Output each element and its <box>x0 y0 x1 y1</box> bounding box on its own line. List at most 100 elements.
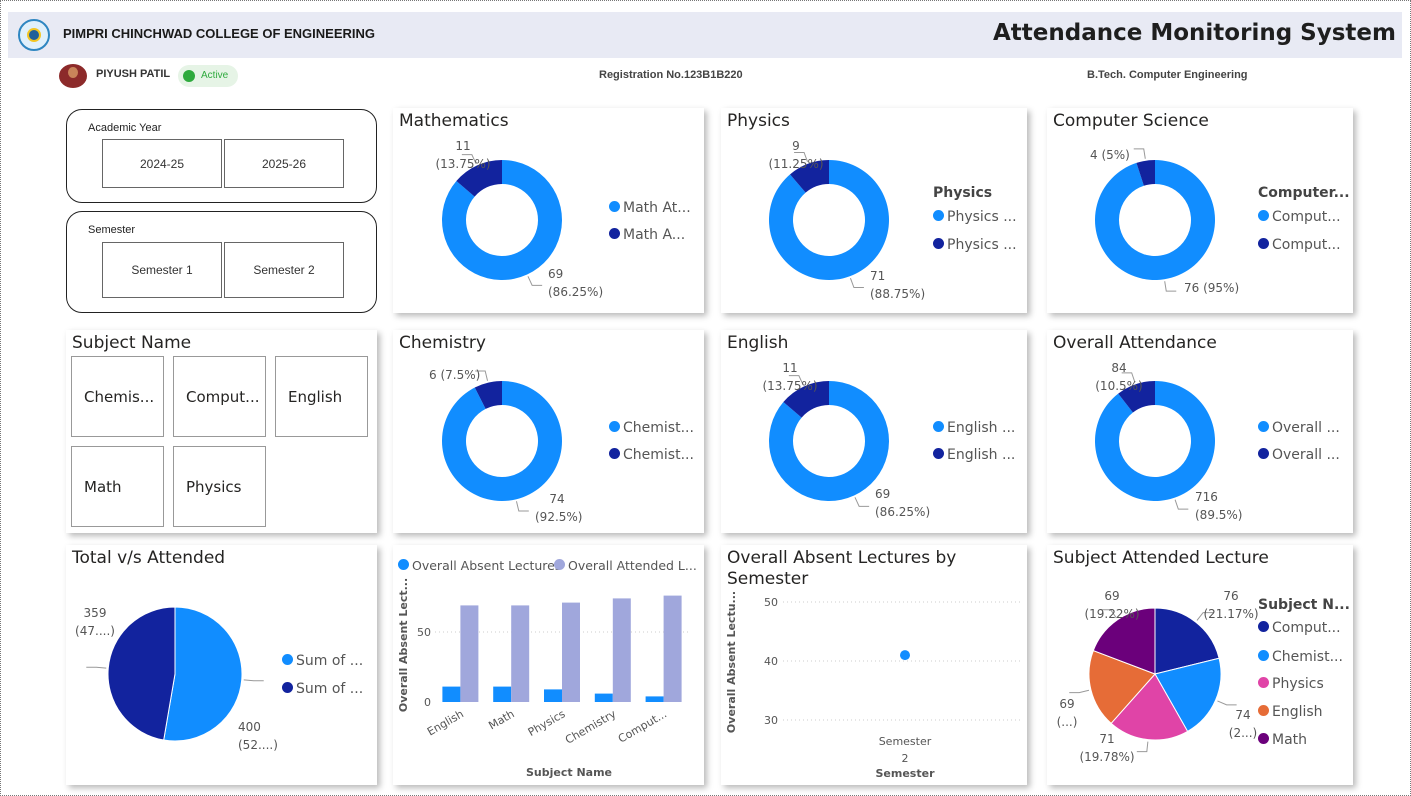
total-vs-attended-pie-card[interactable]: Total v/s Attended 359 (47....) 400 (52...… <box>66 545 377 785</box>
x-axis-title: Subject Name <box>526 766 612 779</box>
computer-science-donut-card[interactable]: Computer Science 4 (5%) 76 (95%) Compute… <box>1047 108 1353 313</box>
y-axis-title: Overall Absent Lectu... <box>725 591 738 733</box>
x-tick-label: Chemistry <box>563 707 619 747</box>
attended-bar[interactable] <box>663 595 682 702</box>
absent-bar[interactable] <box>594 693 613 702</box>
slice-label-total: 359 (47....) <box>75 606 115 638</box>
leader-line <box>854 497 870 507</box>
legend-item-attended[interactable]: Overall ... <box>1258 420 1340 436</box>
semester-option-2[interactable]: Semester 2 <box>224 242 344 298</box>
subject-option-computer[interactable]: Comput... <box>173 356 266 437</box>
legend-title: Subject N... <box>1258 597 1350 613</box>
subject-attended-pie-card[interactable]: Subject Attended Lecture 76 (21.17%) 74 (2… <box>1047 545 1353 785</box>
subject-option-english[interactable]: English <box>275 356 368 437</box>
legend-item-computer[interactable]: Comput... <box>1258 620 1341 636</box>
legend-title: Physics <box>933 185 993 201</box>
slice-label-english: 69 (...) <box>1056 697 1078 729</box>
legend-item-chemistry[interactable]: Chemist... <box>1258 649 1343 665</box>
x-tick-label: Math <box>486 707 516 732</box>
status-text: Active <box>201 70 229 81</box>
subject-option-physics[interactable]: Physics <box>173 446 266 527</box>
y-tick-label: 0 <box>424 696 431 709</box>
semester-label: Semester <box>88 224 136 236</box>
subject-slicer-title: Subject Name <box>72 333 192 353</box>
semester-option-1[interactable]: Semester 1 <box>102 242 222 298</box>
legend-item-total[interactable]: Sum of ... <box>282 653 363 669</box>
leader-line <box>515 501 529 512</box>
leader-line <box>527 276 543 286</box>
legend-item-absent[interactable]: Chemist... <box>609 447 694 463</box>
mathematics-donut-card[interactable]: Mathematics 11 (13.75%) 69 (86.25%) Math A… <box>393 108 704 313</box>
attended-data-label: 69 (86.25%) <box>875 487 931 519</box>
legend-item-absent[interactable]: Overall ... <box>1258 447 1340 463</box>
college-logo-icon <box>18 19 50 51</box>
student-name: PIYUSH PATIL <box>96 68 171 80</box>
x-tick-label: English <box>425 707 466 738</box>
college-name: PIMPRI CHINCHWAD COLLEGE OF ENGINEERING <box>63 26 376 41</box>
absent-bar[interactable] <box>544 689 562 702</box>
status-badge: Active <box>178 65 238 87</box>
absent-vs-attended-bar-card[interactable]: Overall Absent Lectures Overall Attended… <box>393 545 704 785</box>
attended-bar[interactable] <box>612 598 631 702</box>
legend-item-absent[interactable]: Math A... <box>609 227 685 243</box>
attended-bar[interactable] <box>562 602 580 702</box>
chemistry-donut-card[interactable]: Chemistry 6 (7.5%) 74 (92.5%) Chemist... … <box>393 330 704 533</box>
slice-label-attended: 400 (52....) <box>238 720 278 752</box>
leader-line <box>1069 689 1090 694</box>
leader-line <box>1217 700 1237 706</box>
legend-item-attended[interactable]: Physics ... <box>933 209 1017 225</box>
year-option-2024-25[interactable]: 2024-25 <box>102 139 222 188</box>
legend-item-english[interactable]: English <box>1258 704 1323 720</box>
attended-bar[interactable] <box>460 605 479 702</box>
subject-option-chemistry[interactable]: Chemis... <box>71 356 164 437</box>
y-tick-label: 50 <box>764 596 778 609</box>
absent-bar[interactable] <box>645 696 664 702</box>
legend-item-math[interactable]: Math <box>1258 732 1307 748</box>
absent-bar[interactable] <box>442 686 461 702</box>
clustered-bar-chart: 0 50 English Math PhysicsChemistryComput... S… <box>397 578 689 779</box>
absent-data-label: 11 (13.75%) <box>435 139 491 171</box>
absent-data-label: 6 (7.5%) <box>429 368 481 382</box>
legend-item-attended[interactable]: English ... <box>933 420 1015 436</box>
legend-item-absent[interactable]: English ... <box>933 447 1015 463</box>
absent-data-label: 4 (5%) <box>1090 148 1130 162</box>
absent-data-label: 11 (13.75%) <box>762 361 818 393</box>
x-tick-label: Semester <box>879 735 932 748</box>
y-axis-title: Overall Absent Lect... <box>397 578 410 712</box>
program-name: B.Tech. Computer Engineering <box>1087 69 1248 81</box>
scatter-chart: 30 40 50 Semester 2 Semester Overall Absent Le… <box>725 591 1021 780</box>
slice-label-chemistry: 74 (2...) <box>1228 708 1258 740</box>
slice-label-physics: 71 (19.78%) <box>1079 732 1135 764</box>
legend-item-attended[interactable]: Comput... <box>1258 209 1341 225</box>
attended-bar[interactable] <box>511 605 530 702</box>
physics-donut-card[interactable]: Physics 9 (11.25%) 71 (88.75%) Physics Phy… <box>721 108 1027 313</box>
subject-name-slicer: Subject Name Chemis... Comput... English… <box>66 330 377 533</box>
absent-bar[interactable] <box>493 686 512 702</box>
y-tick-label: 40 <box>764 655 778 668</box>
english-donut-card[interactable]: English 11 (13.75%) 69 (86.25%) English ..… <box>721 330 1027 533</box>
overall-attendance-donut-card[interactable]: Overall Attendance 84 (10.5%) 716 (89.5%) … <box>1047 330 1353 533</box>
leader-line <box>86 666 107 669</box>
semester-slicer: Semester Semester 1 Semester 2 <box>66 211 377 313</box>
academic-year-label: Academic Year <box>88 122 162 134</box>
legend-item-physics[interactable]: Physics <box>1258 676 1324 692</box>
year-option-2025-26[interactable]: 2025-26 <box>224 139 344 188</box>
attended-data-label: 716 (89.5%) <box>1195 490 1243 522</box>
academic-year-slicer: Academic Year 2024-25 2025-26 <box>66 109 377 203</box>
scatter-point[interactable] <box>900 650 910 661</box>
x-tick-label: Physics <box>526 707 568 739</box>
legend-item-absent[interactable]: Comput... <box>1258 237 1341 253</box>
legend-item-attended[interactable]: Chemist... <box>609 420 694 436</box>
pie-slice[interactable] <box>107 606 176 741</box>
legend-item-attended[interactable]: Sum of ... <box>282 681 363 697</box>
slice-label-math: 69 (19.22%) <box>1084 589 1140 621</box>
attended-data-label: 74 (92.5%) <box>535 492 583 524</box>
absent-by-semester-card[interactable]: Overall Absent Lectures by Semester 30 40… <box>721 545 1027 785</box>
legend-item-absent[interactable]: Physics ... <box>933 237 1017 253</box>
registration-number: Registration No.123B1B220 <box>599 69 743 81</box>
legend-item-attended[interactable]: Math At... <box>609 200 691 216</box>
y-tick-label: 50 <box>417 626 431 639</box>
slice-label-computer: 76 (21.17%) <box>1203 589 1259 621</box>
subject-option-math[interactable]: Math <box>71 446 164 527</box>
leader-line <box>849 277 864 289</box>
